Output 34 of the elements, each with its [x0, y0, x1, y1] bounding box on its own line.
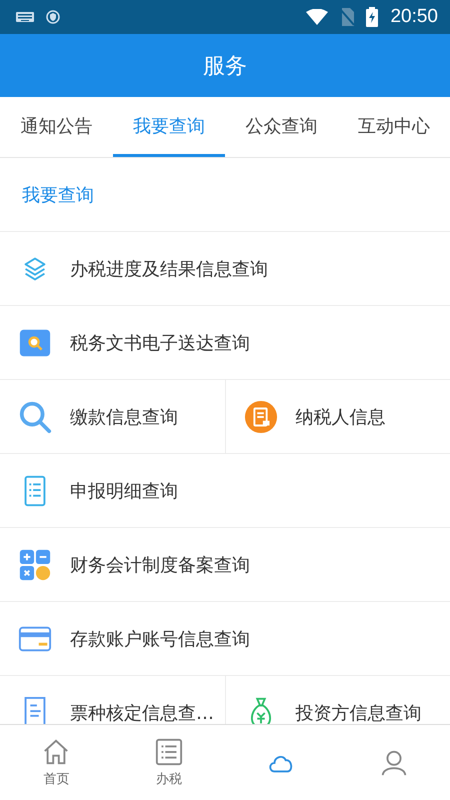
no-sim-icon: [340, 8, 354, 26]
item-label: 税务文书电子送达查询: [70, 332, 250, 354]
menu-item[interactable]: 纳税人信息: [224, 380, 450, 453]
menu-item[interactable]: 办税进度及结果信息查询: [0, 232, 450, 305]
page-title: 服务: [203, 52, 247, 80]
nav-tab[interactable]: 办税: [112, 725, 225, 800]
item-label: 纳税人信息: [296, 406, 386, 428]
tab[interactable]: 通知公告: [0, 97, 112, 157]
search-icon: [18, 400, 52, 434]
item-label: 票种核定信息查…: [70, 702, 214, 724]
document-icon: [244, 400, 278, 434]
shield-icon: [46, 10, 60, 24]
tab[interactable]: 互动中心: [338, 97, 450, 157]
tab[interactable]: 公众查询: [225, 97, 338, 157]
section-title: 我要查询: [22, 184, 94, 206]
item-label: 缴款信息查询: [70, 406, 178, 428]
menu-item[interactable]: 缴款信息查询: [0, 380, 224, 453]
item-label: 投资方信息查询: [296, 702, 422, 724]
battery-icon: [366, 7, 378, 27]
clock: 20:50: [390, 6, 438, 28]
item-label: 申报明细查询: [70, 480, 178, 502]
item-label: 存款账户账号信息查询: [70, 628, 250, 650]
menu-item[interactable]: 税务文书电子送达查询: [0, 306, 450, 379]
menu-item[interactable]: 票种核定信息查…: [0, 676, 224, 724]
menu-item[interactable]: 申报明细查询: [0, 454, 450, 527]
item-label: 财务会计制度备案查询: [70, 554, 250, 576]
item-label: 办税进度及结果信息查询: [70, 258, 268, 280]
wifi-icon: [306, 9, 328, 25]
nav-tab[interactable]: 首页: [0, 725, 112, 800]
menu-item[interactable]: 财务会计制度备案查询: [0, 528, 450, 601]
keyboard-icon: [16, 12, 34, 22]
calculator-icon: [18, 548, 52, 582]
menu-item[interactable]: 存款账户账号信息查询: [0, 602, 450, 675]
tab[interactable]: 我要查询: [112, 97, 225, 157]
